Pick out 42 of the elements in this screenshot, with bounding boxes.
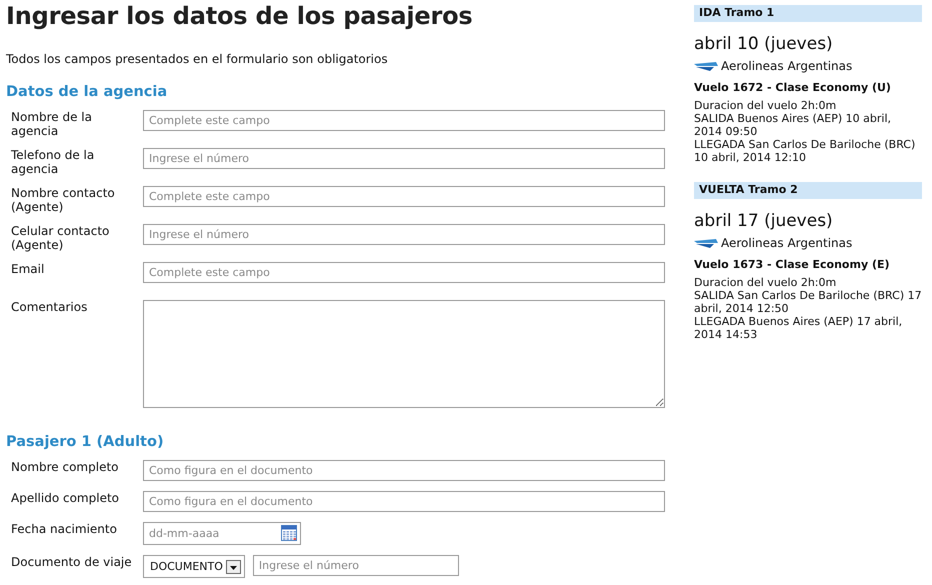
field-label: Celular contacto (Agente): [11, 224, 110, 252]
airline-name: Aerolineas Argentinas: [721, 59, 852, 73]
leg-header: VUELTA Tramo 2: [694, 182, 922, 199]
field-label: Nombre completo: [11, 460, 120, 474]
field-label: Comentarios: [11, 300, 88, 314]
field-label: Telefono de la agencia: [11, 148, 96, 176]
comments-field[interactable]: [143, 300, 665, 408]
required-note: Todos los campos presentados en el formulario son obligatorios: [6, 52, 389, 66]
text-field[interactable]: Ingrese el número: [143, 148, 665, 169]
leg-header: IDA Tramo 1: [694, 5, 922, 22]
document-type-select[interactable]: DOCUMENTO: [143, 555, 245, 578]
field-label: Apellido completo: [11, 491, 120, 505]
section-heading: Datos de la agencia: [6, 84, 168, 100]
text-field[interactable]: Como figura en el documento: [143, 460, 665, 481]
flight-date: abril 17 (jueves): [694, 211, 834, 231]
field-label: Nombre contacto (Agente): [11, 186, 116, 214]
airline-logo-icon: [694, 238, 718, 248]
page-title: Ingresar los datos de los pasajeros: [6, 2, 474, 30]
flight-title: Vuelo 1673 - Clase Economy (E): [694, 258, 891, 271]
calendar-icon[interactable]: [281, 525, 297, 541]
flight-detail: SALIDA Buenos Aires (AEP) 10 abril, 2014 09:50: [694, 112, 892, 138]
text-field[interactable]: Complete este campo: [143, 110, 665, 131]
flight-date: abril 10 (jueves): [694, 34, 834, 54]
flight-detail: Duracion del vuelo 2h:0m: [694, 99, 838, 112]
flight-detail: Duracion del vuelo 2h:0m: [694, 276, 838, 289]
section-heading: Pasajero 1 (Adulto): [6, 434, 165, 450]
date-field[interactable]: dd-mm-aaaa: [143, 522, 301, 545]
text-field[interactable]: Ingrese el número: [143, 224, 665, 245]
text-field[interactable]: Complete este campo: [143, 262, 665, 283]
field-label: Email: [11, 262, 46, 276]
flight-title: Vuelo 1672 - Clase Economy (U): [694, 81, 892, 94]
field-label: Nombre de la agencia: [11, 110, 93, 138]
flight-detail: LLEGADA Buenos Aires (AEP) 17 abril, 2014 14:53: [694, 315, 904, 341]
text-field[interactable]: Como figura en el documento: [143, 491, 665, 512]
airline-name: Aerolineas Argentinas: [721, 236, 852, 250]
field-label: Documento de viaje: [11, 555, 133, 569]
airline-logo-icon: [694, 62, 718, 70]
field-label: Fecha nacimiento: [11, 522, 118, 536]
text-field[interactable]: Complete este campo: [143, 186, 665, 207]
document-number-field[interactable]: Ingrese el número: [252, 555, 459, 576]
flight-detail: LLEGADA San Carlos De Bariloche (BRC) 10 abril, 2014 12:10: [694, 138, 916, 164]
flight-detail: SALIDA San Carlos De Bariloche (BRC) 17 abril, 2014 12:50: [694, 289, 922, 315]
